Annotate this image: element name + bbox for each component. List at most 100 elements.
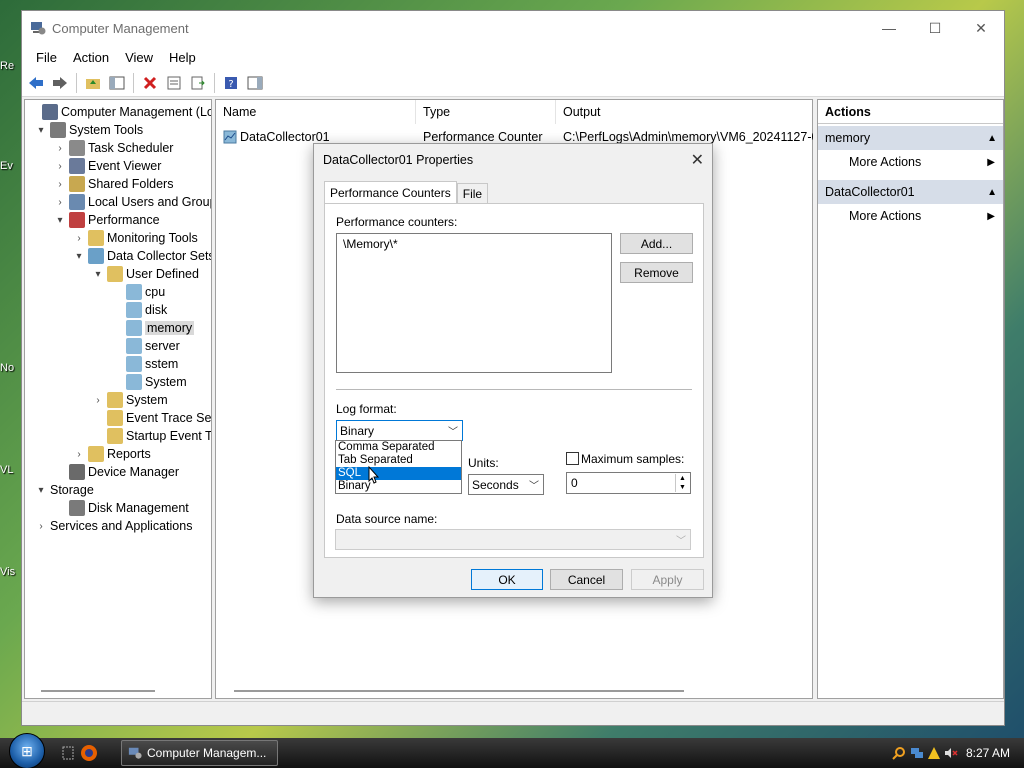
properties-icon[interactable] [163, 72, 185, 94]
tree-item-label: Services and Applications [50, 519, 193, 533]
expander-icon[interactable]: ▾ [35, 125, 47, 136]
tree-item[interactable]: ▾ Storage [35, 481, 93, 499]
tree-item[interactable]: Disk Management [54, 499, 189, 517]
ok-button[interactable]: OK [471, 569, 543, 590]
expander-icon[interactable]: ▾ [54, 215, 66, 226]
option-tab-separated[interactable]: Tab Separated [336, 454, 461, 467]
start-button[interactable]: ⊞ [9, 733, 45, 768]
tree-item[interactable]: server [111, 337, 180, 355]
desktop-icon-label: VL [0, 464, 14, 476]
tree-item[interactable]: › Reports [73, 445, 151, 463]
menu-help[interactable]: Help [161, 50, 204, 65]
minimize-button[interactable]: — [866, 11, 912, 45]
tree-item[interactable]: System [111, 373, 187, 391]
tree-item[interactable]: Startup Event Tra [92, 427, 211, 445]
maximum-samples-checkbox[interactable] [566, 452, 579, 465]
dialog-close-icon[interactable]: ✕ [691, 150, 704, 170]
reports-icon [88, 446, 104, 462]
option-binary[interactable]: Binary [336, 480, 461, 493]
help-icon[interactable]: ? [220, 72, 242, 94]
spinner-arrows-icon[interactable]: ▲ ▼ [675, 474, 689, 492]
tree-item[interactable]: › Shared Folders [54, 175, 173, 193]
tree-item[interactable]: › Monitoring Tools [73, 229, 198, 247]
tree-item-label: Local Users and Groups [88, 195, 212, 209]
tree-item[interactable]: disk [111, 301, 167, 319]
up-folder-icon[interactable] [82, 72, 104, 94]
units-select[interactable]: Seconds ﹀ [468, 474, 544, 495]
tree-item[interactable]: ▾ System Tools [35, 121, 143, 139]
forward-icon[interactable] [49, 72, 71, 94]
warning-icon[interactable] [927, 746, 941, 760]
column-header-name[interactable]: Name [216, 100, 416, 124]
expander-icon[interactable]: › [54, 143, 66, 154]
menu-file[interactable]: File [28, 50, 65, 65]
apply-button[interactable]: Apply [631, 569, 704, 590]
add-button[interactable]: Add... [620, 233, 693, 254]
expander-icon[interactable]: › [35, 521, 47, 532]
volume-muted-icon[interactable] [944, 746, 958, 760]
toolbar-separator [133, 72, 134, 93]
clock-time[interactable]: 8:27 AM [966, 746, 1010, 760]
tree-item[interactable]: Device Manager [54, 463, 179, 481]
option-comma-separated[interactable]: Comma Separated [336, 441, 461, 454]
cancel-button[interactable]: Cancel [550, 569, 623, 590]
maximize-button[interactable]: ☐ [912, 11, 958, 45]
expander-icon[interactable]: › [92, 395, 104, 406]
expander-icon[interactable]: › [73, 449, 85, 460]
tree-item[interactable]: cpu [111, 283, 165, 301]
performance-counters-list[interactable]: \Memory\* [336, 233, 612, 373]
tab-file[interactable]: File [456, 183, 489, 203]
column-header-type[interactable]: Type [416, 100, 556, 124]
export-list-icon[interactable] [187, 72, 209, 94]
expander-icon[interactable]: › [73, 233, 85, 244]
horizontal-scrollbar[interactable] [234, 690, 684, 692]
action-group-datacollector[interactable]: DataCollector01 ▲ [818, 180, 1003, 204]
tab-performance-counters[interactable]: Performance Counters [324, 181, 457, 204]
expander-icon[interactable]: ▾ [73, 251, 85, 262]
tree-item[interactable]: › Services and Applications [35, 517, 192, 535]
tab-panel: Performance counters: \Memory\* Add... R… [324, 203, 704, 558]
action-group-memory[interactable]: memory ▲ [818, 126, 1003, 150]
tree-item[interactable]: › Task Scheduler [54, 139, 173, 157]
show-action-pane-icon[interactable] [244, 72, 266, 94]
delete-icon[interactable] [139, 72, 161, 94]
close-button[interactable]: ✕ [958, 11, 1004, 45]
remove-button[interactable]: Remove [620, 262, 693, 283]
maximum-samples-spinner[interactable]: 0 ▲ ▼ [566, 472, 691, 494]
log-format-select[interactable]: Binary ﹀ [336, 420, 463, 441]
taskbar-computer-management-button[interactable]: Computer Managem... [121, 740, 278, 766]
list-item[interactable]: \Memory\* [343, 237, 605, 251]
horizontal-scrollbar[interactable] [41, 690, 155, 692]
show-desktop-icon[interactable] [62, 746, 74, 760]
more-actions-item[interactable]: More Actions ▶ [818, 204, 1003, 228]
collapse-icon[interactable]: ▲ [987, 187, 997, 198]
menu-view[interactable]: View [117, 50, 161, 65]
tree-item[interactable]: Computer Management (Local [27, 103, 211, 121]
menu-action[interactable]: Action [65, 50, 117, 65]
tree-item[interactable]: › System [92, 391, 168, 409]
collapse-icon[interactable]: ▲ [987, 133, 997, 144]
show-hide-tree-icon[interactable] [106, 72, 128, 94]
expander-icon[interactable]: ▾ [92, 269, 104, 280]
tree-item[interactable]: sstem [111, 355, 178, 373]
log-format-value: Binary [340, 423, 375, 438]
search-icon[interactable] [892, 746, 906, 760]
tree-item[interactable]: › Event Viewer [54, 157, 161, 175]
tree-item[interactable]: memory [111, 319, 195, 337]
expander-icon[interactable]: ▾ [35, 485, 47, 496]
network-icon[interactable] [910, 746, 924, 760]
tree-item[interactable]: Event Trace Sess [92, 409, 211, 427]
firefox-icon[interactable] [80, 744, 98, 762]
tree-item[interactable]: ▾ Performance [54, 211, 160, 229]
option-sql[interactable]: SQL [336, 467, 461, 480]
tree-item[interactable]: › Local Users and Groups [54, 193, 212, 211]
tree-item[interactable]: ▾ Data Collector Sets [73, 247, 211, 265]
expander-icon[interactable]: › [54, 179, 66, 190]
column-header-output[interactable]: Output [556, 100, 814, 124]
back-icon[interactable] [25, 72, 47, 94]
more-actions-item[interactable]: More Actions ▶ [818, 150, 1003, 174]
tree-item[interactable]: ▾ User Defined [92, 265, 199, 283]
list-item-name: DataCollector01 [240, 130, 330, 144]
expander-icon[interactable]: › [54, 161, 66, 172]
expander-icon[interactable]: › [54, 197, 66, 208]
